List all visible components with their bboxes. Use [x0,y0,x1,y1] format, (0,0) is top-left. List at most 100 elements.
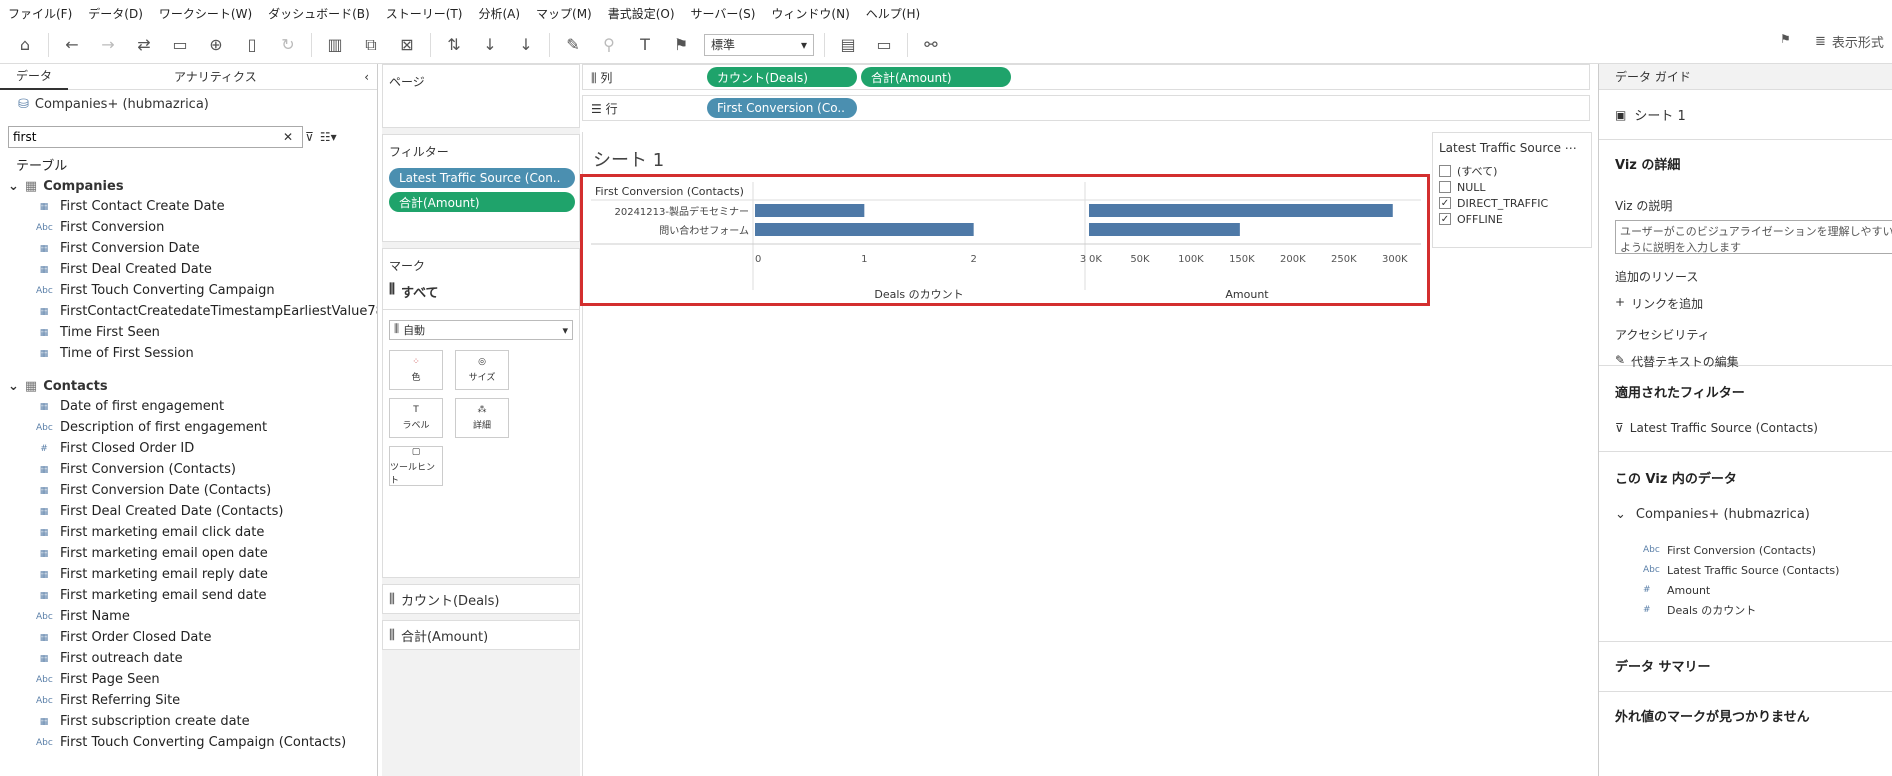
fit-select[interactable]: 標準 ▾ [704,33,814,56]
menu-item[interactable]: ダッシュボード(B) [268,5,370,22]
datasource-item[interactable]: ⛁ Companies+ (hubmazrica) [0,90,377,118]
highlight-icon[interactable]: ✎ [560,32,586,58]
quick-filter-option[interactable]: (すべて) [1433,163,1591,179]
viz-field-item[interactable]: Abc First Conversion (Contacts) [1643,540,1876,560]
clear-sheet-icon[interactable]: ⊠ [394,32,420,58]
filters-card[interactable]: フィルター Latest Traffic Source (Con.. 合計(Am… [382,134,580,242]
share-icon[interactable]: ⚯ [918,32,944,58]
viz-datasource[interactable]: ⌄ Companies+ (hubmazrica) [1615,507,1876,522]
undo-icon[interactable]: ← [59,32,85,58]
menu-item[interactable]: 書式設定(O) [608,5,675,22]
mark-type-select[interactable]: ⫼ 自動 ▾ [389,320,573,340]
menu-item[interactable]: ヘルプ(H) [866,5,920,22]
sort-ascending-icon[interactable]: ↓ [477,32,503,58]
column-pill-amount[interactable]: 合計(Amount) [861,67,1011,87]
field-item[interactable]: ▦ FirstContactCreatedateTimestampEarliest… [0,301,377,322]
field-item[interactable]: ▦ First Conversion (Contacts) [0,459,377,480]
filter-icon[interactable]: ⊽ [305,130,314,144]
duplicate-sheet-icon[interactable]: ⧉ [358,32,384,58]
field-item[interactable]: Abc First Name [0,606,377,627]
menu-item[interactable]: データ(D) [88,5,143,22]
table-group-companies[interactable]: ⌄ ▦ Companies [0,176,377,196]
pin-icon[interactable]: ⚑ [668,32,694,58]
quick-filter-option[interactable]: ✓ DIRECT_TRAFFIC [1433,195,1591,211]
viz-field-item[interactable]: # Amount [1643,580,1876,600]
redo-icon[interactable]: → [95,32,121,58]
field-item[interactable]: ▦ First Conversion Date (Contacts) [0,480,377,501]
table-group-contacts[interactable]: ⌄ ▦ Contacts [0,376,377,396]
menu-item[interactable]: 分析(A) [478,5,520,22]
presentation-icon[interactable]: ▭ [871,32,897,58]
label-icon[interactable]: T [632,32,658,58]
field-item[interactable]: Abc First Touch Converting Campaign (Cont… [0,732,377,753]
new-sheet-icon[interactable]: ▥ [322,32,348,58]
checkbox-unchecked[interactable] [1439,181,1451,193]
rows-shelf[interactable]: ☰ 行 First Conversion (Co.. [582,95,1590,121]
field-item[interactable]: ▦ First Order Closed Date [0,627,377,648]
viz-field-item[interactable]: Abc Latest Traffic Source (Contacts) [1643,560,1876,580]
format-painter-icon[interactable]: ⚑ [1780,32,1791,46]
field-item[interactable]: Abc First Conversion [0,217,377,238]
field-item[interactable]: ▦ First marketing email open date [0,543,377,564]
row-pill-first-conversion[interactable]: First Conversion (Co.. [707,98,857,118]
collapse-icon[interactable]: ⌄ [8,179,19,194]
menu-item[interactable]: マップ(M) [536,5,592,22]
field-item[interactable]: Abc First Touch Converting Campaign [0,280,377,301]
viz-desc-field[interactable]: ユーザーがこのビジュアライゼーションを理解しやすいように説明を入力します [1615,220,1892,254]
collapse-icon[interactable]: ⌄ [8,379,19,394]
group-icon[interactable]: ⚲ [596,32,622,58]
add-link-button[interactable]: + リンクを追加 [1615,295,1876,312]
field-item[interactable]: ▦ First marketing email send date [0,585,377,606]
save-icon[interactable]: ▭ [167,32,193,58]
search-input[interactable] [8,126,303,148]
applied-filter-item[interactable]: ⊽ Latest Traffic Source (Contacts) [1615,421,1876,435]
filter-pill-traffic-source[interactable]: Latest Traffic Source (Con.. [389,168,575,188]
field-item[interactable]: ▦ Time of First Session [0,343,377,364]
field-item[interactable]: Abc Description of first engagement [0,417,377,438]
sort-descending-icon[interactable]: ↓ [513,32,539,58]
menu-item[interactable]: ストーリー(T) [386,5,463,22]
viz-field-item[interactable]: # Deals のカウント [1643,600,1876,620]
color-button[interactable]: ⁘ 色 [389,350,443,390]
marks-amount-card[interactable]: ⫼ 合計(Amount) [382,620,580,650]
size-button[interactable]: ◎ サイズ [455,350,509,390]
checkbox-unchecked[interactable] [1439,165,1451,177]
pause-updates-icon[interactable]: ▯ [239,32,265,58]
field-item[interactable]: ▦ First subscription create date [0,711,377,732]
field-item[interactable]: Abc First Page Seen [0,669,377,690]
home-icon[interactable]: ⌂ [12,32,38,58]
swap-icon[interactable]: ⇅ [441,32,467,58]
refresh-icon[interactable]: ↻ [275,32,301,58]
menu-item[interactable]: サーバー(S) [691,5,756,22]
show-cards-icon[interactable]: ▤ [835,32,861,58]
view-options-icon[interactable]: ☷▾ [320,130,337,144]
field-item[interactable]: # First Closed Order ID [0,438,377,459]
field-item[interactable]: ▦ Date of first engagement [0,396,377,417]
checkbox-checked[interactable]: ✓ [1439,197,1451,209]
menu-item[interactable]: ウィンドウ(N) [771,5,849,22]
field-item[interactable]: ▦ First marketing email click date [0,522,377,543]
quick-filter-option[interactable]: NULL [1433,179,1591,195]
field-item[interactable]: ▦ First Contact Create Date [0,196,377,217]
field-item[interactable]: ▦ First Deal Created Date (Contacts) [0,501,377,522]
new-datasource-icon[interactable]: ⊕ [203,32,229,58]
show-me-button[interactable]: ≣ 表示形式 [1815,32,1884,51]
checkbox-checked[interactable]: ✓ [1439,213,1451,225]
replace-data-icon[interactable]: ⇄ [131,32,157,58]
menu-item[interactable]: ワークシート(W) [159,5,252,22]
field-item[interactable]: ▦ First Deal Created Date [0,259,377,280]
tab-analytics[interactable]: アナリティクス [158,64,273,90]
menu-item[interactable]: ファイル(F) [8,5,72,22]
field-item[interactable]: ▦ Time First Seen [0,322,377,343]
detail-button[interactable]: ⁂ 詳細 [455,398,509,438]
pages-card[interactable]: ページ [382,64,580,128]
quick-filter-option[interactable]: ✓ OFFLINE [1433,211,1591,227]
field-item[interactable]: ▦ First outreach date [0,648,377,669]
label-button[interactable]: T ラベル [389,398,443,438]
quick-filter-title[interactable]: Latest Traffic Source ⋯ [1433,133,1591,163]
marks-all-row[interactable]: ⫼ すべて [383,282,579,310]
columns-shelf[interactable]: ⫼ 列 カウント(Deals) 合計(Amount) [582,64,1590,90]
collapse-pane-icon[interactable]: ‹ [356,64,377,90]
filter-pill-amount[interactable]: 合計(Amount) [389,192,575,212]
tooltip-button[interactable]: ▢ ツールヒント [389,446,443,486]
